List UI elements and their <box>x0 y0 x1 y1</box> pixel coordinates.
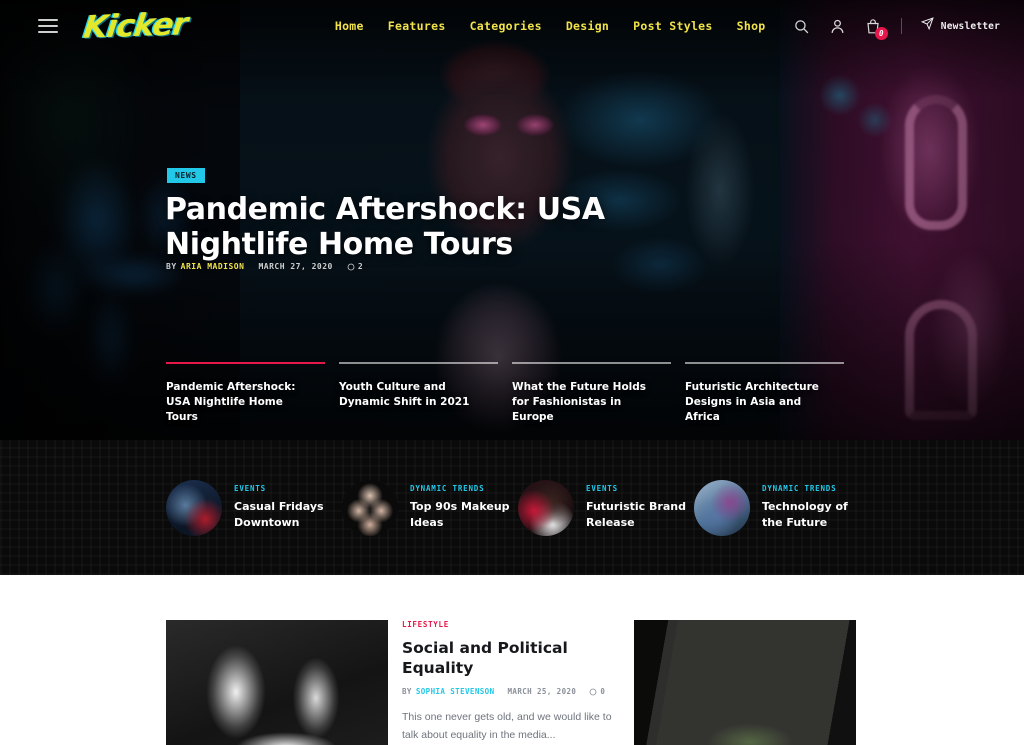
slide-title-1: Pandemic Aftershock: USA Nightlife Home … <box>166 381 296 424</box>
slide-progress-bar <box>339 362 498 364</box>
hero-slide-item-3[interactable]: What the Future Holds for Fashionistas i… <box>512 362 685 426</box>
trending-thumbnail-3 <box>518 479 574 536</box>
hero-section: Kicker Home Features Categories Design P… <box>0 0 1024 440</box>
post-thumbnail-right[interactable] <box>634 620 856 745</box>
trending-category-4: DYNAMIC TRENDS <box>762 484 837 494</box>
main-content: LIFESTYLE Social and Political Equality … <box>0 575 1024 745</box>
navbar-actions: 0 Newsletter <box>793 17 1000 40</box>
comment-bubble-icon <box>589 688 597 696</box>
post-list: LIFESTYLE Social and Political Equality … <box>0 575 1024 745</box>
trending-title-4: Technology of the Future <box>762 500 848 529</box>
hero-comment-number: 2 <box>357 262 364 271</box>
post-card-body: LIFESTYLE Social and Political Equality … <box>388 620 620 745</box>
site-logo[interactable]: Kicker <box>82 6 190 46</box>
comment-bubble-icon <box>347 263 355 270</box>
post-thumbnail-left[interactable] <box>166 620 388 745</box>
trending-item-1[interactable]: EVENTS Casual Fridays Downtown <box>166 479 342 536</box>
trending-strip: EVENTS Casual Fridays Downtown DYNAMIC T… <box>0 440 1024 575</box>
hero-by-label: BY <box>166 262 177 271</box>
trending-title-2: Top 90s Makeup Ideas <box>410 500 510 529</box>
trending-thumbnail-4 <box>694 479 750 536</box>
trending-item-4[interactable]: DYNAMIC TRENDS Technology of the Future <box>694 479 870 536</box>
hero-date: MARCH 27, 2020 <box>258 262 333 271</box>
newsletter-button[interactable]: Newsletter <box>920 17 1000 35</box>
hero-title[interactable]: Pandemic Aftershock: USA Nightlife Home … <box>165 192 685 263</box>
search-icon[interactable] <box>793 18 810 35</box>
hero-slide-item-4[interactable]: Futuristic Architecture Designs in Asia … <box>685 362 858 426</box>
hero-comment-count[interactable]: 2 <box>347 262 363 271</box>
post-meta: BY SOPHIA STEVENSON MARCH 25, 2020 0 <box>402 687 620 696</box>
post-author[interactable]: SOPHIA STEVENSON <box>416 687 495 696</box>
user-icon[interactable] <box>829 18 846 35</box>
post-date: MARCH 25, 2020 <box>507 687 577 697</box>
nav-item-post-styles[interactable]: Post Styles <box>633 19 712 33</box>
trending-items: EVENTS Casual Fridays Downtown DYNAMIC T… <box>0 440 1024 575</box>
post-excerpt: This one never gets old, and we would li… <box>402 711 612 742</box>
cart-count-badge: 0 <box>874 26 888 40</box>
slide-title-2: Youth Culture and Dynamic Shift in 2021 <box>339 381 470 409</box>
nav-item-shop[interactable]: Shop <box>737 19 766 33</box>
hero-slider-nav: Pandemic Aftershock: USA Nightlife Home … <box>166 362 858 426</box>
slide-progress-bar-active <box>166 362 325 364</box>
slide-progress-bar <box>685 362 844 364</box>
slide-title-3: What the Future Holds for Fashionistas i… <box>512 381 647 424</box>
slide-title-4: Futuristic Architecture Designs in Asia … <box>685 381 819 424</box>
main-navbar: Kicker Home Features Categories Design P… <box>0 0 1024 52</box>
newsletter-label: Newsletter <box>940 20 1000 32</box>
trending-title-3: Futuristic Brand Release <box>586 500 686 529</box>
primary-nav-links: Home Features Categories Design Post Sty… <box>335 19 766 33</box>
hero-content: NEWS Pandemic Aftershock: USA Nightlife … <box>0 0 1024 440</box>
post-title[interactable]: Social and Political Equality <box>402 638 620 678</box>
trending-item-3[interactable]: EVENTS Futuristic Brand Release <box>518 479 694 536</box>
page-root: Kicker Home Features Categories Design P… <box>0 0 1024 745</box>
hero-author[interactable]: ARIA MADISON <box>181 262 245 271</box>
trending-category-1: EVENTS <box>234 484 266 494</box>
post-comment-count[interactable]: 0 <box>589 687 605 696</box>
trending-item-2[interactable]: DYNAMIC TRENDS Top 90s Makeup Ideas <box>342 479 518 536</box>
trending-category-3: EVENTS <box>586 484 618 494</box>
nav-item-home[interactable]: Home <box>335 19 364 33</box>
post-comment-number: 0 <box>600 687 606 697</box>
post-by-label: BY <box>402 687 412 697</box>
paper-plane-icon <box>920 17 934 35</box>
trending-thumbnail-1 <box>166 479 222 536</box>
navbar-divider <box>900 18 902 34</box>
post-category[interactable]: LIFESTYLE <box>402 620 620 629</box>
hero-category-badge[interactable]: NEWS <box>167 168 205 183</box>
nav-item-features[interactable]: Features <box>388 19 446 33</box>
trending-title-1: Casual Fridays Downtown <box>234 500 324 529</box>
hero-slide-item-2[interactable]: Youth Culture and Dynamic Shift in 2021 <box>339 362 512 426</box>
slide-progress-bar <box>512 362 671 364</box>
hero-meta: BY ARIA MADISON MARCH 27, 2020 2 <box>166 262 363 271</box>
hero-slide-item-1[interactable]: Pandemic Aftershock: USA Nightlife Home … <box>166 362 339 426</box>
cart-icon[interactable]: 0 <box>865 18 888 40</box>
hamburger-menu-icon[interactable] <box>38 19 58 33</box>
trending-thumbnail-2 <box>342 479 398 536</box>
nav-item-categories[interactable]: Categories <box>470 19 542 33</box>
trending-category-2: DYNAMIC TRENDS <box>410 484 485 494</box>
nav-item-design[interactable]: Design <box>566 19 609 33</box>
